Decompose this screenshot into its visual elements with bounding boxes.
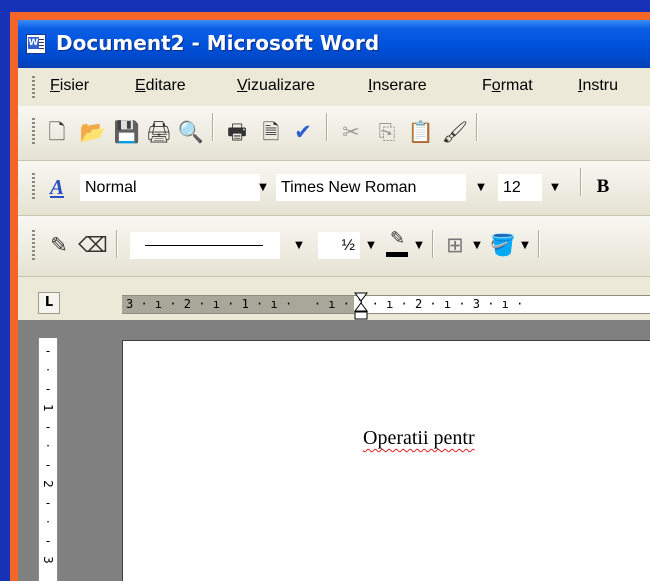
line-style-combo[interactable] [130, 232, 280, 259]
style-combo[interactable]: Normal [80, 174, 260, 201]
toolbar-separator [326, 113, 328, 141]
font-size-combo[interactable]: 12 [498, 174, 542, 201]
toolbar-separator [212, 113, 214, 141]
toolbar-grip-handle[interactable] [32, 230, 35, 260]
toolbar-separator [476, 113, 478, 141]
vertical-ruler[interactable]: - · - 1 - · - 2 - · - 3 [38, 338, 58, 581]
font-dropdown-arrow[interactable]: ▼ [472, 174, 490, 201]
style-dropdown-arrow[interactable]: ▼ [254, 174, 272, 201]
permission-icon[interactable]: 🖨 [146, 119, 173, 145]
toolbar-separator [580, 168, 582, 196]
borders-icon[interactable]: ⊞ [442, 232, 468, 258]
menu-vizualizare[interactable]: Vizualizare [237, 77, 315, 95]
menu-bar: Fisier Editare Vizualizare Inserare Form… [18, 68, 650, 105]
copy-icon[interactable]: ⎘ [374, 119, 400, 145]
drawing-toolbar: ✎ ⌫ ▼ ½ ▼ ✎ ▼ ⊞ ▼ 🪣 ▼ [18, 216, 650, 277]
line-weight-dropdown-arrow[interactable]: ▼ [362, 232, 380, 259]
toolbar-grip-handle[interactable] [32, 173, 35, 201]
draw-pencil-icon[interactable]: ✎ [46, 232, 72, 258]
slide-frame: W Document2 - Microsoft Word Fisier Edit… [10, 12, 650, 581]
document-area: - · - 1 - · - 2 - · - 3 Operatii pentr [18, 320, 650, 581]
font-size-dropdown-arrow[interactable]: ▼ [546, 174, 564, 201]
vertical-ruler-mark: - [45, 534, 51, 548]
menu-grip-handle[interactable] [32, 76, 35, 98]
standard-toolbar: 🗋 📂 💾 🖨 🔍 🖶 🗎 ✔ ✂ ⎘ 📋 🖌 [18, 106, 650, 161]
styles-formatting-icon[interactable]: A [44, 174, 70, 200]
cut-icon[interactable]: ✂ [338, 119, 364, 145]
font-combo[interactable]: Times New Roman [276, 174, 466, 201]
ruler-row: L 3 · ı · 2 · ı · 1 · ı · · ı · 1 · ı · … [18, 288, 650, 320]
save-icon[interactable]: 💾 [114, 119, 140, 145]
shading-dropdown-arrow[interactable]: ▼ [516, 232, 534, 259]
shading-color-icon[interactable]: 🪣 [490, 232, 516, 258]
menu-format[interactable]: Format [482, 77, 533, 95]
borders-dropdown-arrow[interactable]: ▼ [468, 232, 486, 259]
vertical-ruler-mark: · [46, 363, 50, 377]
toolbar-grip-handle[interactable] [32, 118, 35, 146]
vertical-ruler-mark: - [45, 458, 51, 472]
eraser-icon[interactable]: ⌫ [78, 232, 108, 258]
format-painter-icon[interactable]: 🖌 [442, 119, 469, 145]
line-style-sample [145, 245, 263, 246]
paste-icon[interactable]: 📋 [408, 119, 434, 145]
line-weight-combo[interactable]: ½ [318, 232, 360, 259]
indent-marker-icon[interactable] [354, 292, 368, 320]
horizontal-ruler-ticks: 3 · ı · 2 · ı · 1 · ı · · ı · 1 · ı · 2 … [126, 297, 524, 311]
vertical-ruler-mark: · [46, 515, 50, 529]
document-text[interactable]: Operatii pentr [363, 427, 475, 450]
formatting-toolbar: A Normal ▼ Times New Roman ▼ 12 ▼ B [18, 161, 650, 216]
email-icon[interactable]: 🔍 [178, 119, 204, 145]
open-folder-icon[interactable]: 📂 [80, 119, 106, 145]
menu-fisier[interactable]: Fisier [50, 77, 89, 95]
print-preview-icon[interactable]: 🗎 [258, 119, 284, 145]
print-icon[interactable]: 🖶 [224, 119, 250, 145]
spelling-icon[interactable]: ✔ [290, 119, 316, 145]
vertical-ruler-mark: - [45, 344, 51, 358]
toolbar-separator [538, 230, 540, 258]
pen-color-dropdown-arrow[interactable]: ▼ [410, 232, 428, 259]
title-bar[interactable]: W Document2 - Microsoft Word [18, 20, 650, 68]
tab-selector-button[interactable]: L [38, 292, 60, 314]
new-document-icon[interactable]: 🗋 [44, 119, 70, 145]
toolbar-separator [116, 230, 118, 258]
menu-instrumente[interactable]: Instru [578, 77, 618, 95]
vertical-ruler-mark: - [45, 496, 51, 510]
line-style-dropdown-arrow[interactable]: ▼ [290, 232, 308, 259]
document-page[interactable]: Operatii pentr [122, 340, 650, 581]
bold-button[interactable]: B [590, 174, 616, 200]
vertical-ruler-mark: - [45, 382, 51, 396]
vertical-ruler-mark: - [45, 420, 51, 434]
toolbar-separator [432, 230, 434, 258]
word-window: W Document2 - Microsoft Word Fisier Edit… [18, 20, 650, 581]
vertical-ruler-mark: 1 [41, 404, 55, 412]
window-title: Document2 - Microsoft Word [56, 31, 380, 55]
word-app-icon[interactable]: W [26, 34, 46, 54]
horizontal-ruler[interactable]: 3 · ı · 2 · ı · 1 · ı · · ı · 1 · ı · 2 … [122, 295, 650, 314]
vertical-ruler-mark: 3 [41, 556, 55, 564]
pen-color-icon[interactable]: ✎ [384, 230, 410, 258]
menu-editare[interactable]: Editare [135, 77, 186, 95]
vertical-ruler-mark: · [46, 439, 50, 453]
menu-inserare[interactable]: Inserare [368, 77, 427, 95]
vertical-ruler-mark: 2 [41, 480, 55, 488]
